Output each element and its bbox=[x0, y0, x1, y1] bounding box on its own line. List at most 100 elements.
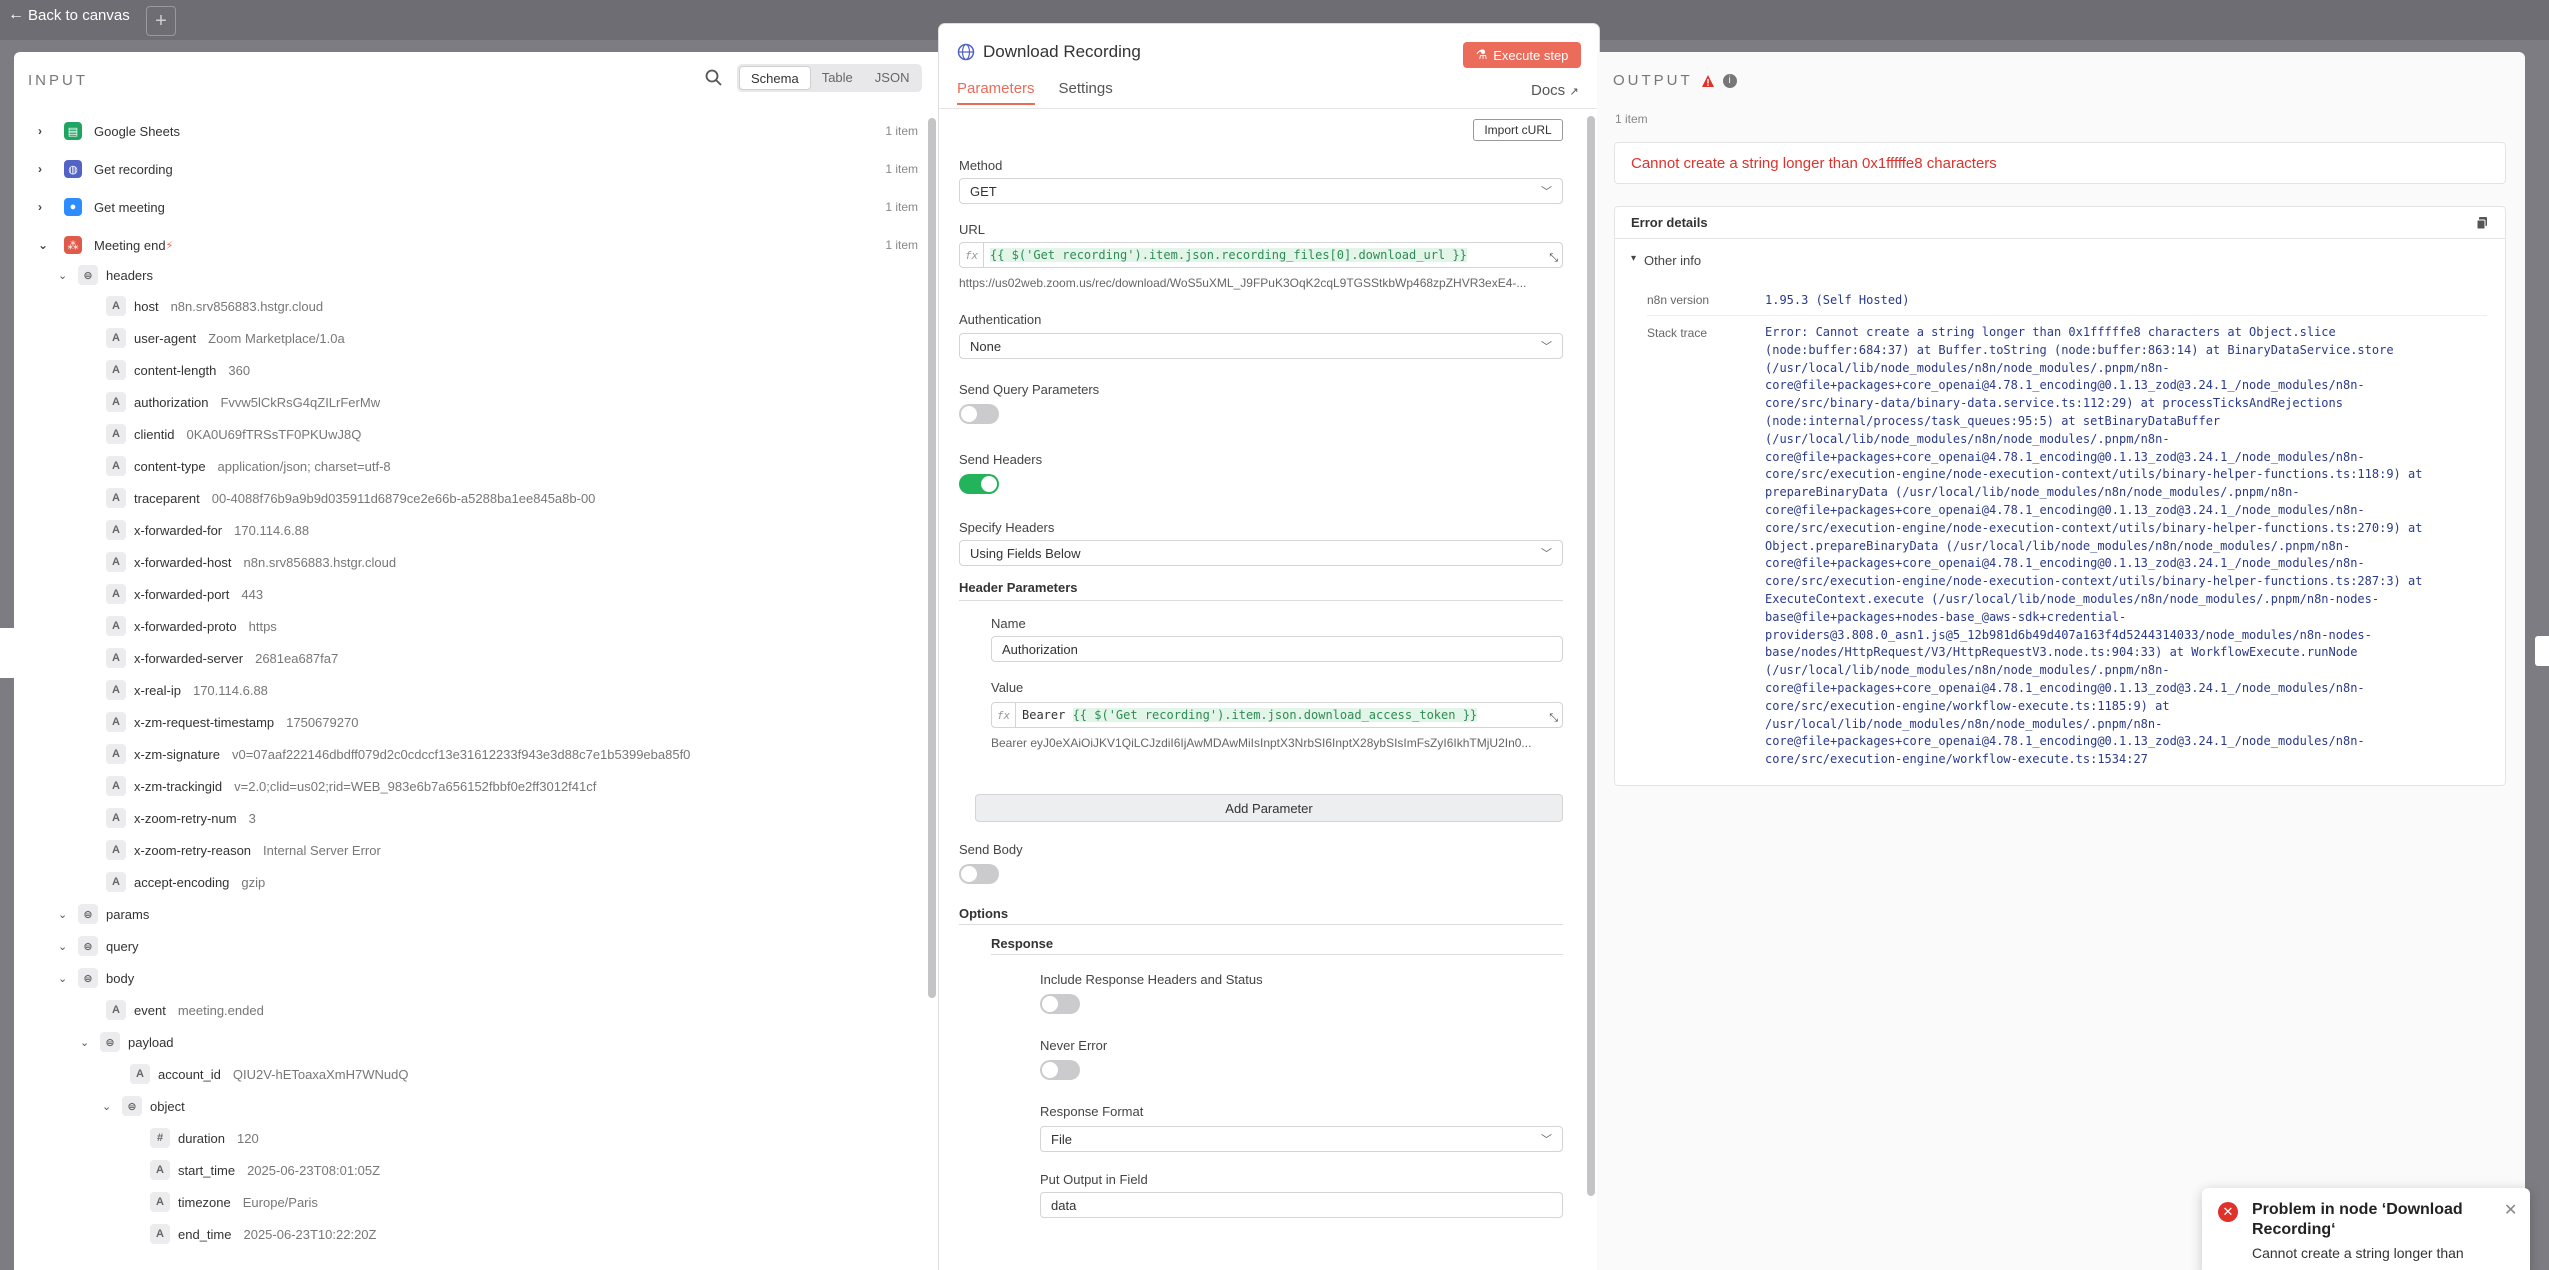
field-key[interactable]: accept-encoding bbox=[134, 875, 229, 890]
schema-field-row: Auser-agent Zoom Marketplace/1.0a bbox=[100, 324, 345, 352]
view-table-button[interactable]: Table bbox=[811, 66, 864, 90]
chevron-down-icon[interactable]: ⌄ bbox=[58, 908, 72, 921]
view-schema-button[interactable]: Schema bbox=[739, 66, 811, 90]
tab-parameters[interactable]: Parameters bbox=[957, 80, 1035, 105]
object-object-row[interactable]: ⌄ ⊜ object bbox=[102, 1092, 185, 1120]
send-headers-toggle[interactable] bbox=[959, 474, 999, 494]
chevron-down-icon[interactable]: ⌄ bbox=[102, 1100, 116, 1113]
field-key[interactable]: content-type bbox=[134, 459, 206, 474]
node-panel-scrollbar[interactable] bbox=[1587, 116, 1595, 1196]
string-type-icon: A bbox=[106, 424, 126, 444]
field-key[interactable]: event bbox=[134, 1003, 166, 1018]
field-value: 170.114.6.88 bbox=[234, 522, 310, 538]
field-key[interactable]: x-real-ip bbox=[134, 683, 181, 698]
chevron-down-icon[interactable]: ⌄ bbox=[58, 972, 72, 985]
chevron-right-icon[interactable]: › bbox=[38, 162, 54, 176]
output-items-count: 1 item bbox=[1615, 112, 1648, 126]
fx-icon: fx bbox=[992, 703, 1016, 727]
input-node-row[interactable]: › ◍ Get recording 1 item bbox=[38, 154, 918, 184]
response-format-select[interactable]: File ﹀ bbox=[1040, 1126, 1563, 1152]
input-scrollbar[interactable] bbox=[928, 118, 936, 998]
field-key[interactable]: x-zm-request-timestamp bbox=[134, 715, 274, 730]
payload-object-row[interactable]: ⌄ ⊜ payload bbox=[80, 1028, 174, 1056]
specify-headers-value: Using Fields Below bbox=[970, 545, 1081, 561]
view-json-button[interactable]: JSON bbox=[864, 66, 921, 90]
expand-icon[interactable]: ⤡ bbox=[1549, 251, 1558, 265]
field-key[interactable]: x-zoom-retry-reason bbox=[134, 843, 251, 858]
error-message-box: Cannot create a string longer than 0x1ff… bbox=[1614, 142, 2506, 184]
input-node-name: Google Sheets bbox=[94, 123, 181, 139]
header-name-input[interactable]: Authorization bbox=[991, 636, 1563, 662]
expand-icon[interactable]: ⤡ bbox=[1549, 711, 1558, 725]
back-to-canvas-link[interactable]: ← Back to canvas bbox=[8, 6, 130, 24]
string-type-icon: A bbox=[150, 1160, 170, 1180]
field-key[interactable]: authorization bbox=[134, 395, 208, 410]
field-key[interactable]: x-forwarded-host bbox=[134, 555, 232, 570]
chevron-right-icon[interactable]: › bbox=[38, 200, 54, 214]
fx-icon: fx bbox=[960, 243, 984, 267]
add-node-button[interactable]: + bbox=[146, 6, 176, 36]
field-key[interactable]: x-forwarded-port bbox=[134, 587, 229, 602]
input-node-count: 1 item bbox=[885, 238, 918, 252]
field-key: body bbox=[106, 970, 135, 986]
field-key: payload bbox=[128, 1034, 174, 1050]
close-icon[interactable]: ✕ bbox=[2504, 1200, 2517, 1220]
chevron-down-icon[interactable]: ⌄ bbox=[80, 1036, 94, 1049]
params-object-row[interactable]: ⌄ ⊜ params bbox=[58, 900, 149, 928]
field-key[interactable]: traceparent bbox=[134, 491, 200, 506]
add-parameter-button[interactable]: Add Parameter bbox=[975, 794, 1563, 822]
field-key[interactable]: x-zoom-retry-num bbox=[134, 811, 237, 826]
field-key[interactable]: x-forwarded-proto bbox=[134, 619, 237, 634]
chevron-right-icon[interactable]: › bbox=[38, 124, 54, 138]
chevron-down-icon[interactable]: ⌄ bbox=[38, 238, 54, 252]
field-value: Europe/Paris bbox=[242, 1194, 318, 1210]
info-icon[interactable]: i bbox=[1722, 73, 1737, 88]
specify-headers-select[interactable]: Using Fields Below ﹀ bbox=[959, 540, 1563, 566]
field-key[interactable]: account_id bbox=[158, 1067, 221, 1082]
field-key[interactable]: end_time bbox=[178, 1227, 231, 1242]
search-icon[interactable] bbox=[704, 68, 724, 88]
chevron-down-icon[interactable]: ⌄ bbox=[58, 940, 72, 953]
field-value: application/json; charset=utf-8 bbox=[217, 458, 391, 474]
input-node-row[interactable]: › ● Get meeting 1 item bbox=[38, 192, 918, 222]
field-value: QIU2V-hEToaxaXmH7WNudQ bbox=[232, 1066, 409, 1082]
field-key[interactable]: content-length bbox=[134, 363, 216, 378]
field-key[interactable]: duration bbox=[178, 1131, 225, 1146]
other-info-toggle[interactable]: ▾ Other info bbox=[1631, 253, 1701, 268]
send-body-toggle[interactable] bbox=[959, 864, 999, 884]
field-key[interactable]: host bbox=[134, 299, 159, 314]
method-select[interactable]: GET ﹀ bbox=[959, 178, 1563, 204]
docs-link[interactable]: Docs ↗ bbox=[1531, 82, 1579, 99]
tab-settings[interactable]: Settings bbox=[1059, 80, 1113, 105]
field-key[interactable]: x-forwarded-for bbox=[134, 523, 222, 538]
query-object-row[interactable]: ⌄ ⊜ query bbox=[58, 932, 139, 960]
input-node-name: Get recording bbox=[94, 161, 173, 177]
put-output-input[interactable]: data bbox=[1040, 1192, 1563, 1218]
headers-object-row[interactable]: ⌄ ⊜ headers bbox=[58, 261, 153, 289]
field-key[interactable]: timezone bbox=[178, 1195, 231, 1210]
url-expression-field[interactable]: fx {{ $('Get recording').item.json.recor… bbox=[959, 242, 1563, 268]
authentication-select[interactable]: None ﹀ bbox=[959, 333, 1563, 359]
header-value-code: {{ $('Get recording').item.json.download… bbox=[1072, 708, 1478, 722]
field-key[interactable]: user-agent bbox=[134, 331, 196, 346]
field-key[interactable]: x-zm-signature bbox=[134, 747, 220, 762]
include-response-headers-toggle[interactable] bbox=[1040, 994, 1080, 1014]
input-node-row[interactable]: ⌄ ⁂ Meeting end ⚡ 1 item bbox=[38, 230, 918, 260]
field-key[interactable]: x-forwarded-server bbox=[134, 651, 243, 666]
import-curl-button[interactable]: Import cURL bbox=[1473, 119, 1563, 141]
field-key[interactable]: x-zm-trackingid bbox=[134, 779, 222, 794]
input-node-row[interactable]: › ▤ Google Sheets 1 item bbox=[38, 116, 918, 146]
send-query-toggle[interactable] bbox=[959, 404, 999, 424]
field-key[interactable]: start_time bbox=[178, 1163, 235, 1178]
execute-step-button[interactable]: ⚗ Execute step bbox=[1463, 42, 1581, 68]
field-value: n8n.srv856883.hstgr.cloud bbox=[243, 554, 397, 570]
string-type-icon: A bbox=[150, 1192, 170, 1212]
never-error-toggle[interactable] bbox=[1040, 1060, 1080, 1080]
header-value-expression-field[interactable]: fx Bearer {{ $('Get recording').item.jso… bbox=[991, 702, 1563, 728]
field-key[interactable]: clientid bbox=[134, 427, 174, 442]
chevron-down-icon[interactable]: ⌄ bbox=[58, 269, 72, 282]
body-object-row[interactable]: ⌄ ⊜ body bbox=[58, 964, 134, 992]
chevron-down-icon: ﹀ bbox=[1541, 186, 1552, 198]
copy-icon[interactable] bbox=[2475, 216, 2489, 230]
error-toast: ✕ Problem in node ‘Download Recording‘ C… bbox=[2202, 1188, 2530, 1270]
